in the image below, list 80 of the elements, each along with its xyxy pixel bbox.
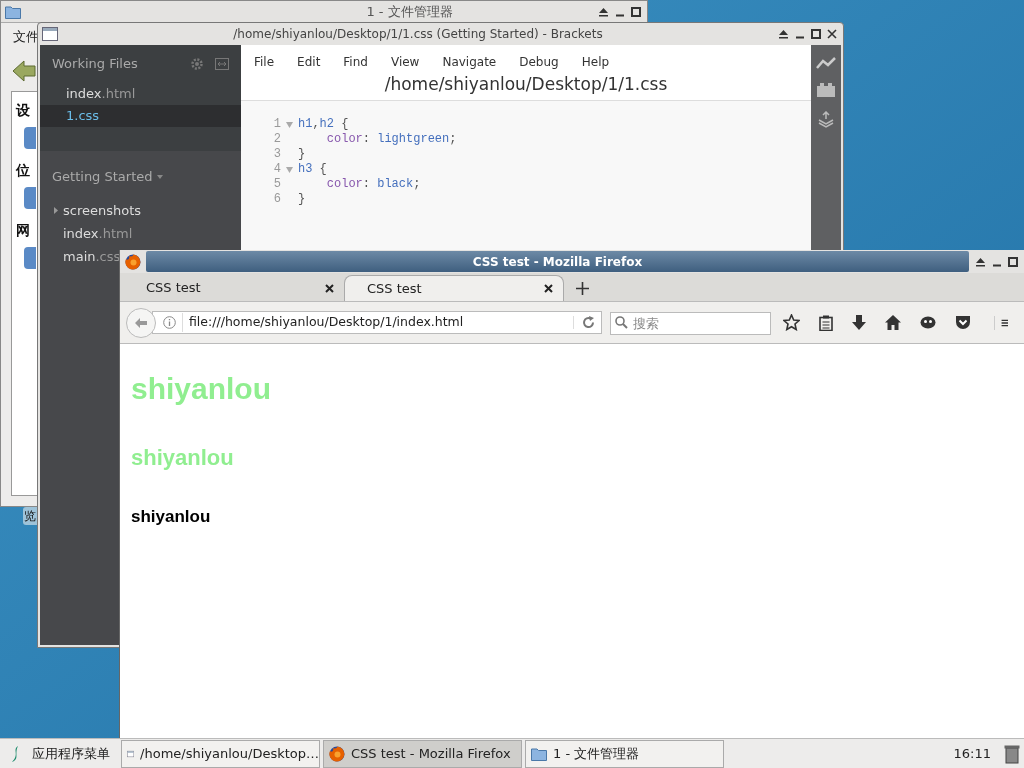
menu-item[interactable]: Help bbox=[581, 53, 610, 71]
clock: 16:11 bbox=[953, 744, 991, 763]
window-title: /home/shiyanlou/Desktop/1/1.css (Getting Started) - Brackets bbox=[233, 26, 603, 43]
menu-item[interactable]: 文件 bbox=[13, 27, 39, 47]
code-line: color: lightgreen; bbox=[325, 132, 457, 147]
trash-icon[interactable] bbox=[1004, 743, 1020, 764]
close-tab-icon[interactable] bbox=[544, 284, 553, 293]
project-title[interactable]: Getting Started bbox=[52, 167, 153, 187]
menu-item[interactable]: View bbox=[390, 53, 420, 71]
download-icon[interactable] bbox=[852, 314, 866, 331]
page-heading: shiyanlou bbox=[131, 371, 272, 407]
taskbar-item[interactable]: 1 - 文件管理器 bbox=[525, 739, 724, 768]
desktop-icon-label[interactable]: 览 bbox=[23, 507, 37, 525]
line-number: 4 bbox=[272, 162, 281, 177]
code-line: } bbox=[298, 147, 306, 162]
maximize-icon[interactable] bbox=[1008, 256, 1018, 267]
maximize-icon[interactable] bbox=[811, 29, 821, 39]
file-path-title: /home/shiyanlou/Desktop/1/1.css bbox=[384, 73, 668, 96]
search-field[interactable]: 搜索 bbox=[610, 312, 771, 335]
live-preview-icon[interactable] bbox=[816, 57, 836, 69]
window-title: 1 - 文件管理器 bbox=[366, 2, 453, 21]
working-files-heading: Working Files bbox=[52, 55, 138, 74]
new-tab-icon[interactable] bbox=[576, 282, 589, 295]
eject-icon[interactable] bbox=[778, 29, 789, 39]
line-number: 1 bbox=[272, 117, 281, 132]
back-arrow-icon bbox=[134, 316, 148, 329]
menu-item[interactable]: File bbox=[254, 53, 275, 71]
window-title: CSS test - Mozilla Firefox bbox=[472, 253, 643, 271]
page-heading: shiyanlou bbox=[131, 506, 211, 528]
taskbar-item[interactable]: CSS test - Mozilla Firefox bbox=[323, 739, 522, 768]
eject-icon[interactable] bbox=[598, 6, 609, 17]
layers-icon[interactable] bbox=[817, 111, 835, 129]
firefox-icon bbox=[329, 745, 345, 762]
close-icon[interactable] bbox=[827, 29, 837, 39]
clipboard-icon[interactable] bbox=[819, 314, 833, 331]
menu-item[interactable]: Find bbox=[343, 53, 368, 71]
line-number: 2 bbox=[272, 132, 281, 147]
sidebar-heading: 设 bbox=[16, 101, 30, 120]
menu-item[interactable]: Navigate bbox=[442, 53, 497, 71]
close-tab-icon[interactable] bbox=[325, 283, 334, 293]
menu-item[interactable]: Debug bbox=[519, 53, 559, 71]
code-line: h3 { bbox=[298, 162, 327, 177]
pocket-icon[interactable] bbox=[955, 315, 971, 330]
folder-icon bbox=[5, 4, 21, 19]
working-file-item[interactable]: index.html bbox=[40, 83, 241, 105]
menu-item[interactable]: Edit bbox=[297, 53, 321, 71]
sidebar-heading: 位 bbox=[16, 161, 30, 180]
code-line: color: black; bbox=[325, 177, 421, 192]
code-line: h1,h2 { bbox=[298, 117, 349, 132]
dropdown-caret-icon[interactable] bbox=[156, 175, 163, 179]
info-icon[interactable] bbox=[163, 316, 176, 329]
line-number: 5 bbox=[272, 177, 281, 192]
sidebar-heading: 网 bbox=[16, 221, 30, 240]
page-heading: shiyanlou bbox=[131, 444, 234, 472]
maximize-icon[interactable] bbox=[631, 6, 641, 17]
star-icon[interactable] bbox=[783, 314, 800, 331]
tree-document[interactable]: index.html bbox=[63, 223, 133, 244]
back-button[interactable] bbox=[126, 307, 156, 338]
reload-icon[interactable] bbox=[582, 316, 595, 329]
tree-folder[interactable]: screenshots bbox=[63, 200, 142, 221]
extension-icon[interactable] bbox=[817, 83, 835, 97]
taskbar-item[interactable]: /home/shiyanlou/Desktop… bbox=[121, 739, 320, 768]
chat-face-icon[interactable] bbox=[920, 315, 936, 330]
window-icon bbox=[42, 27, 58, 41]
back-arrow-icon[interactable] bbox=[11, 58, 37, 84]
line-number: 6 bbox=[272, 192, 281, 207]
app-menu-button[interactable]: 应用程序菜单 bbox=[10, 743, 118, 764]
browser-tab[interactable]: CSS test bbox=[344, 275, 564, 301]
browser-tab[interactable]: CSS test bbox=[124, 275, 344, 301]
url-field[interactable]: file:///home/shiyanlou/Desktop/1/index.html bbox=[152, 311, 602, 334]
working-file-item[interactable]: 1.css bbox=[40, 105, 241, 127]
search-icon bbox=[615, 316, 628, 329]
folder-icon bbox=[531, 746, 547, 761]
expand-triangle-icon[interactable] bbox=[54, 207, 58, 214]
menu-icon[interactable] bbox=[994, 315, 1008, 330]
code-line: } bbox=[298, 192, 306, 207]
line-number: 3 bbox=[272, 147, 281, 162]
firefox-icon bbox=[125, 253, 141, 270]
eject-icon[interactable] bbox=[975, 256, 986, 267]
tree-document[interactable]: main.css bbox=[63, 246, 121, 267]
